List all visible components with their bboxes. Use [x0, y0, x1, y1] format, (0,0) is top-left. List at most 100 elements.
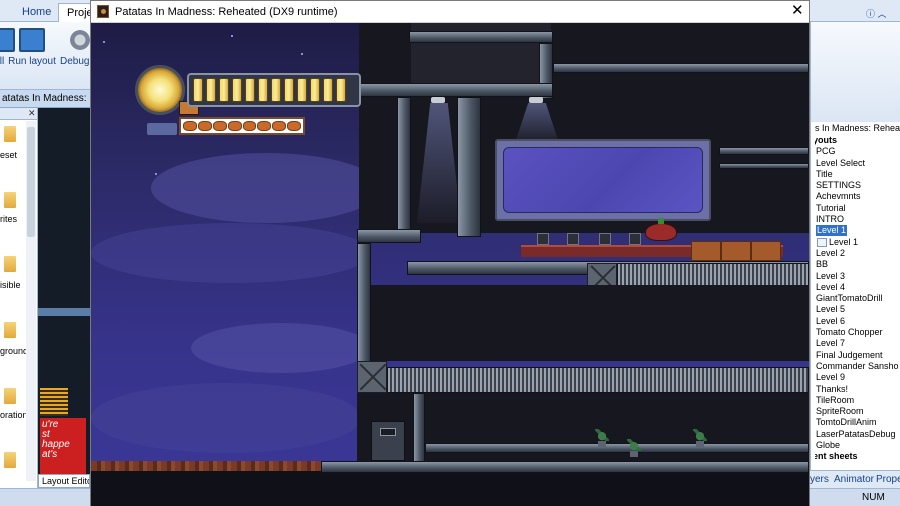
close-button[interactable]: ✕: [791, 3, 804, 19]
support-column: [457, 97, 481, 237]
tomato-enemy: [645, 218, 677, 241]
folder-label[interactable]: isible: [0, 280, 21, 290]
scrollbar-thumb[interactable]: [27, 127, 35, 237]
tab-animator[interactable]: Animator: [834, 474, 874, 485]
run-layout-button[interactable]: Run layout: [8, 28, 56, 67]
health-cell: [258, 78, 268, 102]
health-cell: [323, 78, 333, 102]
tree-item-label: Tutorial: [816, 202, 846, 213]
metal-crate: [357, 361, 387, 393]
tree-item[interactable]: PCG: [815, 146, 900, 157]
star: [155, 173, 157, 175]
tree-item[interactable]: Globe: [815, 440, 900, 451]
tree-item[interactable]: TomtoDrillAnim: [815, 417, 900, 428]
tree-item[interactable]: Level 1: [815, 225, 900, 237]
tree-item[interactable]: Commander Sansho: [815, 361, 900, 372]
tree-item[interactable]: BB: [815, 259, 900, 270]
tree-item[interactable]: Level 4: [815, 282, 900, 293]
vertical-pipe: [413, 393, 425, 463]
tree-item[interactable]: GiantTomatoDrill: [815, 293, 900, 304]
folder-label[interactable]: oration: [0, 410, 28, 420]
tree-item[interactable]: Level 9: [815, 372, 900, 383]
tree-item-label: Tomato Chopper: [816, 327, 883, 338]
health-bar: [187, 73, 361, 107]
tree-item[interactable]: Level Select: [815, 158, 900, 169]
red-sign-thumbnail: u're st happe at's: [40, 418, 86, 474]
health-cell: [219, 78, 229, 102]
tree-item[interactable]: SETTINGS: [815, 180, 900, 191]
tree-item-label: GiantTomatoDrill: [816, 293, 883, 304]
health-cell: [336, 78, 346, 102]
tree-item[interactable]: Level 2: [815, 248, 900, 259]
game-window[interactable]: Patatas In Madness: Reheated (DX9 runtim…: [90, 0, 810, 506]
help-icon[interactable]: ⓘ ︿: [866, 7, 887, 20]
folder-label[interactable]: eset: [0, 150, 17, 160]
project-root-label[interactable]: s In Madness: Reheated: [815, 123, 900, 133]
tab-properties[interactable]: Prope: [876, 474, 900, 485]
ammo-bar: [179, 117, 305, 135]
tree-item-label: Level 2: [816, 247, 846, 258]
folder-label[interactable]: ground: [0, 346, 28, 356]
tree-item[interactable]: Level 7: [815, 338, 900, 349]
ceiling-lamp: [431, 97, 445, 103]
tree-item[interactable]: Final Judgement: [815, 350, 900, 361]
tree-item[interactable]: TileRoom: [815, 395, 900, 406]
chair: [629, 233, 641, 245]
vertical-pipe: [397, 97, 411, 237]
tree-item[interactable]: Tomato Chopper: [815, 327, 900, 338]
panel-close-icon[interactable]: ✕: [0, 108, 37, 120]
folder-label[interactable]: rites: [0, 214, 17, 224]
layout-stripe: [38, 308, 90, 316]
hud-shadow: [147, 123, 177, 135]
game-title-bar[interactable]: Patatas In Madness: Reheated (DX9 runtim…: [91, 1, 809, 23]
tree-item-label: Title: [816, 168, 833, 179]
ammo-chip: [257, 121, 272, 131]
station-window: [495, 139, 711, 221]
tab-home[interactable]: Home: [14, 3, 59, 22]
tree-item[interactable]: Thanks!: [815, 384, 900, 395]
cloud: [91, 383, 361, 453]
tree-item[interactable]: Level 5: [815, 304, 900, 315]
terminal-screen: [380, 428, 396, 436]
tree-item-label: PCG: [816, 146, 836, 157]
star: [103, 41, 105, 43]
grill-platform: [617, 263, 809, 287]
properties-area: [811, 22, 900, 122]
chair: [599, 233, 611, 245]
star: [301, 53, 303, 55]
game-canvas[interactable]: [91, 23, 809, 506]
folder-icon: [4, 126, 16, 142]
tree-item[interactable]: Level 6: [815, 316, 900, 327]
thumbnail-text: u're st happe at's: [42, 419, 70, 460]
folder-icon: [4, 452, 16, 468]
tree-item-label: ent sheets: [815, 451, 858, 462]
layout-editor-tab[interactable]: Layout Editor: [38, 474, 90, 488]
tree-item[interactable]: youts: [815, 135, 900, 146]
tree-item-label: Thanks!: [816, 383, 849, 394]
project-tab[interactable]: atatas In Madness: Reheate: [0, 90, 92, 108]
left-panel-scrollbar[interactable]: [26, 121, 36, 481]
ribbon-button-label: ll: [0, 56, 5, 67]
project-tree-panel: s In Madness: Reheated youtsPCGLevel Sel…: [810, 22, 900, 488]
potted-plant: [627, 439, 641, 457]
tree-item[interactable]: Level 3: [815, 271, 900, 282]
tree-item[interactable]: ent sheets: [815, 451, 900, 462]
tree-item-label: Level 1: [816, 225, 848, 237]
tree-item[interactable]: Achevmnts: [815, 191, 900, 202]
tree-item[interactable]: Title: [815, 169, 900, 180]
tree-item[interactable]: Level 1: [815, 237, 900, 248]
tree-item[interactable]: Tutorial: [815, 203, 900, 214]
crate: [721, 241, 751, 261]
tree-item[interactable]: LaserPatatasDebug: [815, 429, 900, 440]
lower-pipe: [425, 443, 809, 453]
ammo-chip: [242, 121, 257, 131]
tree-item[interactable]: SpriteRoom: [815, 406, 900, 417]
power-orb-icon: [135, 65, 185, 115]
project-tree: youts PCG Level Select Title SETTINGS Achevmn…: [815, 135, 900, 463]
cloud: [91, 223, 371, 283]
tree-item-label: Level 3: [816, 270, 846, 281]
health-cell: [284, 78, 294, 102]
tree-item[interactable]: INTRO: [815, 214, 900, 225]
tab-layers[interactable]: yers: [810, 474, 829, 485]
ammo-chip: [183, 121, 197, 131]
